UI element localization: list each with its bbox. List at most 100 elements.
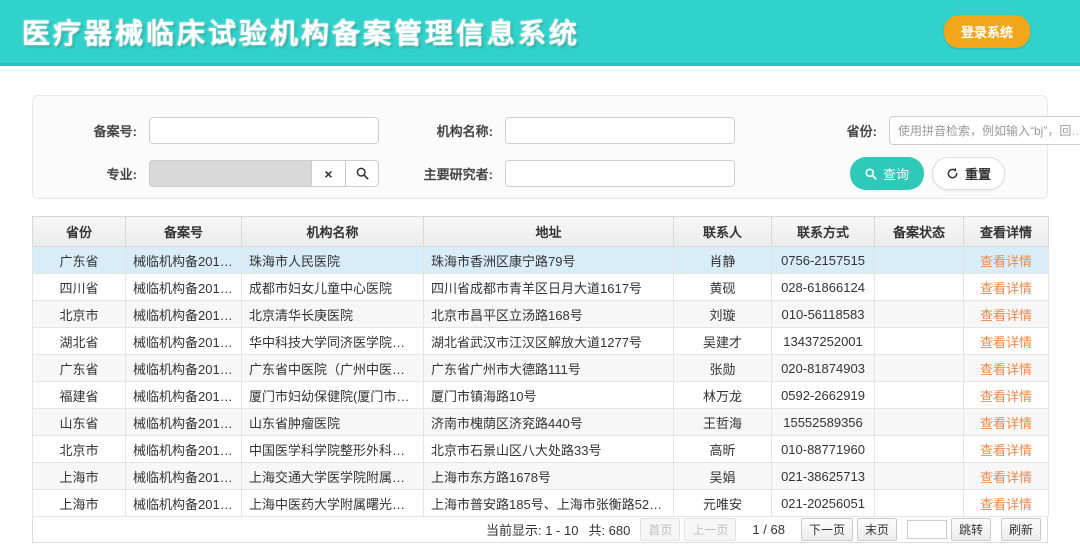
cell-org: 上海中医药大学附属曙光医院 xyxy=(242,490,424,517)
cell-filing_no: 械临机构备201800003 xyxy=(126,301,242,328)
cell-province: 广东省 xyxy=(33,247,126,274)
filing-no-label: 备案号: xyxy=(51,121,137,140)
specialty-input xyxy=(149,160,311,187)
view-detail-link[interactable]: 查看详情 xyxy=(980,497,1032,512)
cell-status xyxy=(875,328,964,355)
cell-filing_no: 械临机构备201800004 xyxy=(126,328,242,355)
cell-contact: 张勋 xyxy=(674,355,772,382)
cell-contact: 元唯安 xyxy=(674,490,772,517)
cell-phone: 010-88771960 xyxy=(772,436,875,463)
cell-status xyxy=(875,490,964,517)
view-detail-link[interactable]: 查看详情 xyxy=(980,443,1032,458)
table-row[interactable]: 福建省械临机构备201800006厦门市妇幼保健院(厦门市林巧稚...厦门市镇海… xyxy=(33,382,1049,409)
cell-contact: 吴建才 xyxy=(674,328,772,355)
last-page-button[interactable]: 末页 xyxy=(857,518,897,541)
cell-org: 厦门市妇幼保健院(厦门市林巧稚... xyxy=(242,382,424,409)
records-table: 省份备案号机构名称地址联系人联系方式备案状态查看详情 广东省械临机构备20180… xyxy=(32,216,1048,517)
view-detail-link[interactable]: 查看详情 xyxy=(980,416,1032,431)
page-title: 医疗器械临床试验机构备案管理信息系统 xyxy=(22,12,580,52)
org-name-label: 机构名称: xyxy=(407,121,493,140)
cell-filing_no: 械临机构备201800008 xyxy=(126,436,242,463)
table-row[interactable]: 北京市械临机构备201800008中国医学科学院整形外科医院北京市石景山区八大处… xyxy=(33,436,1049,463)
view-detail-link[interactable]: 查看详情 xyxy=(980,362,1032,377)
cell-contact: 王哲海 xyxy=(674,409,772,436)
cell-phone: 15552589356 xyxy=(772,409,875,436)
cell-detail: 查看详情 xyxy=(964,274,1049,301)
filing-no-input[interactable] xyxy=(149,117,379,144)
cell-detail: 查看详情 xyxy=(964,382,1049,409)
view-detail-link[interactable]: 查看详情 xyxy=(980,470,1032,485)
cell-org: 山东省肿瘤医院 xyxy=(242,409,424,436)
cell-status xyxy=(875,247,964,274)
specialty-input-group: × xyxy=(149,160,379,187)
query-button[interactable]: 查询 xyxy=(850,157,924,190)
table-row[interactable]: 山东省械临机构备201800007山东省肿瘤医院济南市槐荫区济兖路440号王哲海… xyxy=(33,409,1049,436)
login-button[interactable]: 登录系统 xyxy=(944,15,1030,48)
view-detail-link[interactable]: 查看详情 xyxy=(980,389,1032,404)
table-row[interactable]: 广东省械临机构备201800005广东省中医院（广州中医药大学第...广东省广州… xyxy=(33,355,1049,382)
prev-page-button[interactable]: 上一页 xyxy=(684,518,736,541)
province-placeholder: 使用拼音检索，例如输入“bj”，回车即选... xyxy=(898,122,1080,139)
cell-contact: 黄砚 xyxy=(674,274,772,301)
cell-detail: 查看详情 xyxy=(964,436,1049,463)
cell-province: 上海市 xyxy=(33,490,126,517)
jump-page-input[interactable] xyxy=(907,520,947,539)
total-count-text: 共: 680 xyxy=(588,520,630,539)
reset-button[interactable]: 重置 xyxy=(932,157,1005,190)
table-row[interactable]: 四川省械临机构备201800002成都市妇女儿童中心医院四川省成都市青羊区日月大… xyxy=(33,274,1049,301)
view-detail-link[interactable]: 查看详情 xyxy=(980,254,1032,269)
cell-status xyxy=(875,409,964,436)
cell-phone: 021-20256051 xyxy=(772,490,875,517)
table-row[interactable]: 上海市械临机构备201800010上海中医药大学附属曙光医院上海市普安路185号… xyxy=(33,490,1049,517)
cell-address: 四川省成都市青羊区日月大道1617号 xyxy=(424,274,674,301)
cell-province: 四川省 xyxy=(33,274,126,301)
specialty-clear-button[interactable]: × xyxy=(311,160,345,187)
table-header-row: 省份备案号机构名称地址联系人联系方式备案状态查看详情 xyxy=(33,217,1049,247)
pi-input[interactable] xyxy=(505,160,735,187)
cell-org: 广东省中医院（广州中医药大学第... xyxy=(242,355,424,382)
cell-filing_no: 械临机构备201800010 xyxy=(126,490,242,517)
specialty-search-button[interactable] xyxy=(345,160,379,187)
app-header: 医疗器械临床试验机构备案管理信息系统 登录系统 xyxy=(0,0,1080,66)
next-page-button[interactable]: 下一页 xyxy=(801,518,853,541)
cell-province: 北京市 xyxy=(33,436,126,463)
table-row[interactable]: 上海市械临机构备201800009上海交通大学医学院附属上海儿童...上海市东方… xyxy=(33,463,1049,490)
cell-province: 北京市 xyxy=(33,301,126,328)
cell-status xyxy=(875,301,964,328)
cell-province: 湖北省 xyxy=(33,328,126,355)
cell-address: 珠海市香洲区康宁路79号 xyxy=(424,247,674,274)
province-label: 省份: xyxy=(791,121,877,140)
view-detail-link[interactable]: 查看详情 xyxy=(980,308,1032,323)
cell-status xyxy=(875,436,964,463)
cell-filing_no: 械临机构备201800002 xyxy=(126,274,242,301)
cell-detail: 查看详情 xyxy=(964,247,1049,274)
cell-phone: 021-38625713 xyxy=(772,463,875,490)
column-header-6: 备案状态 xyxy=(875,217,964,247)
cell-filing_no: 械临机构备201800009 xyxy=(126,463,242,490)
cell-org: 北京清华长庚医院 xyxy=(242,301,424,328)
close-icon: × xyxy=(324,166,332,182)
cell-filing_no: 械临机构备201800001 xyxy=(126,247,242,274)
cell-address: 北京市昌平区立汤路168号 xyxy=(424,301,674,328)
search-icon xyxy=(865,168,877,180)
specialty-label: 专业: xyxy=(51,164,137,183)
table-row[interactable]: 湖北省械临机构备201800004华中科技大学同济医学院附属协和医院湖北省武汉市… xyxy=(33,328,1049,355)
table-row[interactable]: 广东省械临机构备201800001珠海市人民医院珠海市香洲区康宁路79号肖静07… xyxy=(33,247,1049,274)
cell-province: 福建省 xyxy=(33,382,126,409)
first-page-button[interactable]: 首页 xyxy=(640,518,680,541)
province-select[interactable]: 使用拼音检索，例如输入“bj”，回车即选... xyxy=(889,116,1080,145)
table-row[interactable]: 北京市械临机构备201800003北京清华长庚医院北京市昌平区立汤路168号刘璇… xyxy=(33,301,1049,328)
view-detail-link[interactable]: 查看详情 xyxy=(980,281,1032,296)
pagination-bar: 当前显示: 1 - 10 共: 680 首页 上一页 1 / 68 下一页 末页… xyxy=(32,517,1048,543)
column-header-1: 备案号 xyxy=(126,217,242,247)
jump-button[interactable]: 跳转 xyxy=(951,518,991,541)
cell-address: 湖北省武汉市江汉区解放大道1277号 xyxy=(424,328,674,355)
refresh-button[interactable]: 刷新 xyxy=(1001,518,1041,541)
cell-province: 山东省 xyxy=(33,409,126,436)
pi-label: 主要研究者: xyxy=(407,164,493,183)
current-display-text: 当前显示: 1 - 10 xyxy=(486,520,578,539)
org-name-input[interactable] xyxy=(505,117,735,144)
column-header-4: 联系人 xyxy=(674,217,772,247)
view-detail-link[interactable]: 查看详情 xyxy=(980,335,1032,350)
cell-detail: 查看详情 xyxy=(964,328,1049,355)
